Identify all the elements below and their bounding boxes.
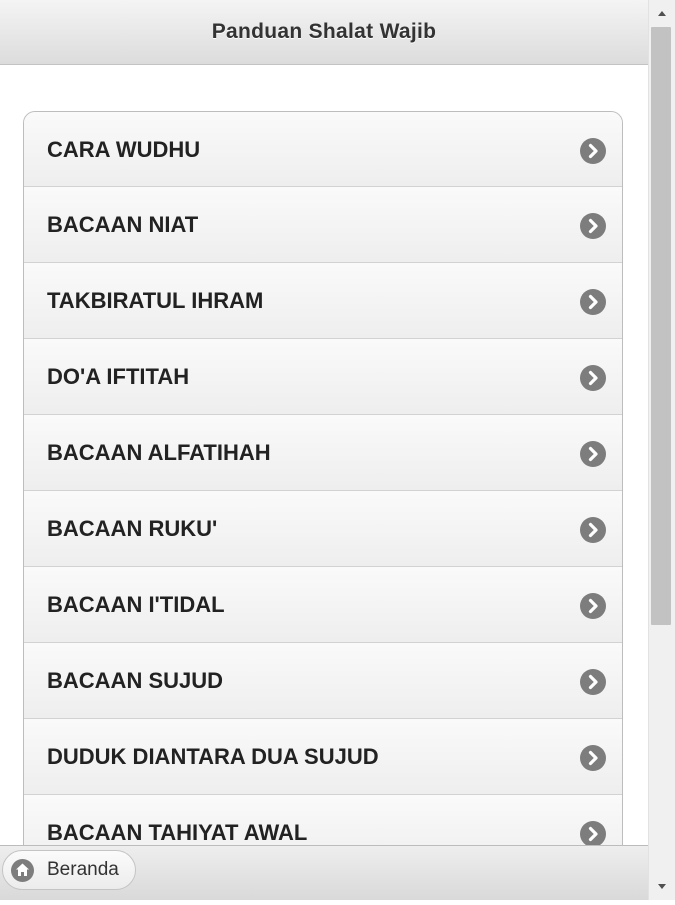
list-item-label: BACAAN ALFATIHAH xyxy=(47,440,271,465)
chevron-right-icon xyxy=(580,669,606,695)
home-button[interactable]: Beranda xyxy=(2,850,136,890)
chevron-right-icon xyxy=(580,593,606,619)
list-item-label: BACAAN SUJUD xyxy=(47,668,224,693)
app-window: Panduan Shalat Wajib CARA WUDHU BACAAN N… xyxy=(0,0,648,900)
list-item-bacaan-alfatihah[interactable]: BACAAN ALFATIHAH xyxy=(24,415,622,491)
scroll-down-arrow-icon[interactable] xyxy=(649,874,675,900)
chevron-right-icon xyxy=(580,289,606,315)
menu-list: CARA WUDHU BACAAN NIAT TAKBIRATUL IHRAM … xyxy=(23,111,623,872)
footer-bar: Beranda xyxy=(0,845,648,900)
list-item-label: BACAAN NIAT xyxy=(47,212,199,237)
chevron-right-icon xyxy=(580,213,606,239)
chevron-right-icon xyxy=(580,517,606,543)
list-item-bacaan-ruku[interactable]: BACAAN RUKU' xyxy=(24,491,622,567)
chevron-right-icon xyxy=(580,745,606,771)
home-button-label: Beranda xyxy=(47,859,119,880)
list-item-takbiratul-ihram[interactable]: TAKBIRATUL IHRAM xyxy=(24,263,622,339)
page-title: Panduan Shalat Wajib xyxy=(211,20,437,43)
list-item-label: DO'A IFTITAH xyxy=(47,364,190,389)
vertical-scrollbar[interactable] xyxy=(648,0,675,900)
chevron-right-icon xyxy=(580,138,606,164)
list-item-bacaan-itidal[interactable]: BACAAN I'TIDAL xyxy=(24,567,622,643)
list-item-bacaan-niat[interactable]: BACAAN NIAT xyxy=(24,187,622,263)
list-item-label: TAKBIRATUL IHRAM xyxy=(47,288,264,313)
list-item-duduk-diantara-dua-sujud[interactable]: DUDUK DIANTARA DUA SUJUD xyxy=(24,719,622,795)
chevron-right-icon xyxy=(580,821,606,847)
header-bar: Panduan Shalat Wajib xyxy=(0,0,648,65)
list-item-label: CARA WUDHU xyxy=(47,137,201,162)
list-item-bacaan-sujud[interactable]: BACAAN SUJUD xyxy=(24,643,622,719)
list-item-doa-iftitah[interactable]: DO'A IFTITAH xyxy=(24,339,622,415)
home-icon xyxy=(11,859,34,882)
list-item-label: BACAAN I'TIDAL xyxy=(47,592,225,617)
scrollbar-thumb[interactable] xyxy=(651,27,671,625)
list-item-label: DUDUK DIANTARA DUA SUJUD xyxy=(47,744,379,769)
scroll-up-arrow-icon[interactable] xyxy=(649,0,675,26)
list-item-cara-wudhu[interactable]: CARA WUDHU xyxy=(24,112,622,187)
chevron-right-icon xyxy=(580,441,606,467)
chevron-right-icon xyxy=(580,365,606,391)
list-item-label: BACAAN RUKU' xyxy=(47,516,218,541)
